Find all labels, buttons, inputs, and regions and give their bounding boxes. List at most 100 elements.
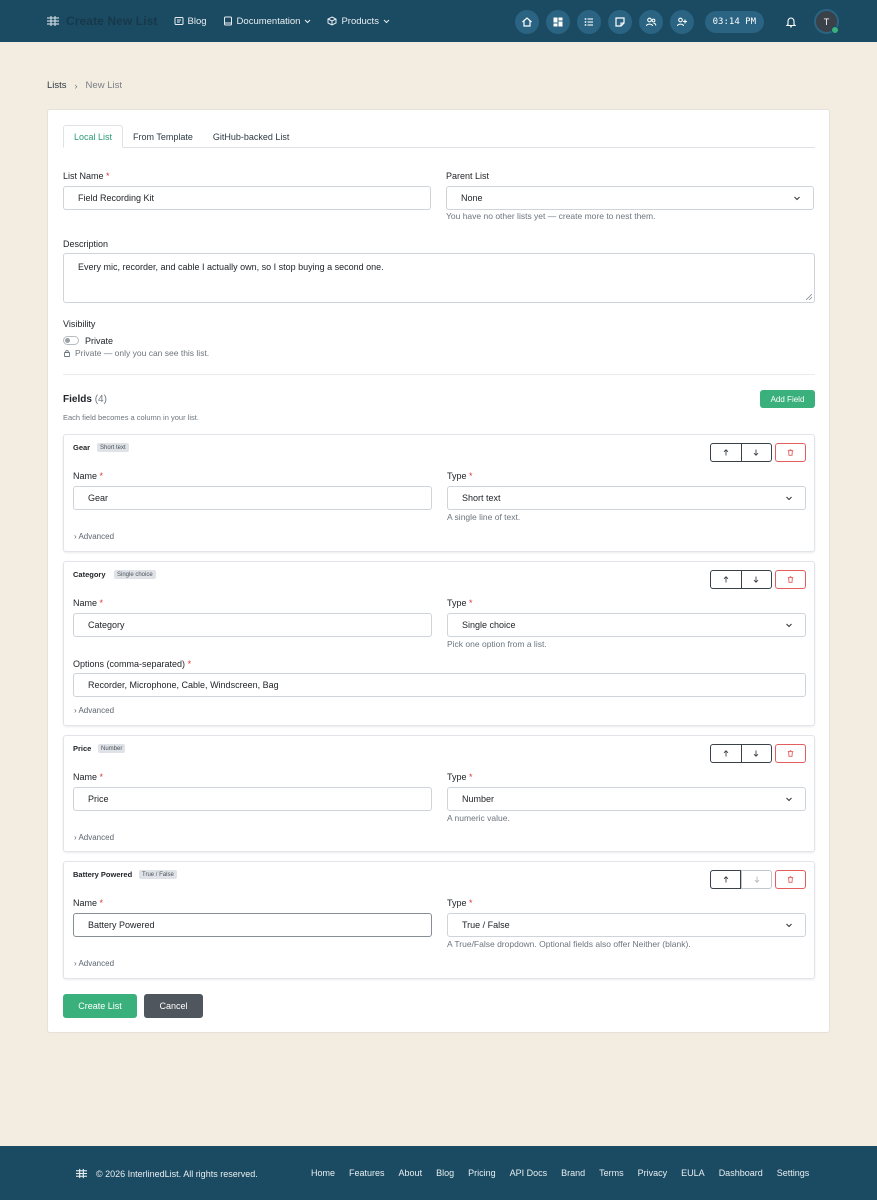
tab-local-list[interactable]: Local List — [63, 125, 124, 148]
move-up-button[interactable] — [711, 745, 741, 762]
list-type-tabs: Local List From Template GitHub-backed L… — [63, 125, 815, 148]
field-type-select[interactable]: Number — [447, 787, 806, 811]
breadcrumb-lists[interactable]: Lists — [47, 80, 67, 91]
field-type-badge: Single choice — [114, 570, 156, 579]
field-name-input[interactable]: Battery Powered — [73, 913, 432, 937]
chevron-down-icon — [786, 496, 792, 501]
field-type-help: A single line of text. — [447, 512, 521, 522]
advanced-toggle[interactable]: › Advanced — [74, 833, 114, 842]
move-up-button[interactable] — [710, 870, 741, 889]
footer-link-dashboard[interactable]: Dashboard — [719, 1168, 763, 1178]
note-icon — [615, 16, 625, 27]
field-type-label: Type * — [447, 471, 473, 481]
nav-blog-label: Blog — [187, 15, 207, 27]
field-type-select[interactable]: Single choice — [447, 613, 806, 637]
avatar[interactable]: T — [814, 9, 839, 34]
field-name-input[interactable]: Category — [73, 613, 432, 637]
field-name-label: Name * — [73, 772, 104, 782]
arrow-down-icon — [753, 449, 759, 456]
footer-brand: © 2026 InterlinedList. All rights reserv… — [75, 1168, 258, 1179]
move-buttons — [710, 443, 772, 462]
field-type-select[interactable]: True / False — [447, 913, 806, 937]
breadcrumb-separator: › — [74, 80, 78, 91]
notifications-button[interactable] — [779, 10, 803, 34]
footer-link-brand[interactable]: Brand — [561, 1168, 585, 1178]
divider — [63, 374, 815, 375]
footer-link-eula[interactable]: EULA — [681, 1168, 705, 1178]
parent-list-select[interactable]: None — [446, 186, 814, 210]
footer-link-pricing[interactable]: Pricing — [468, 1168, 496, 1178]
field-type-value: Number — [462, 794, 495, 804]
nav-actions: 03:14 PM T — [514, 9, 839, 34]
footer-link-home[interactable]: Home — [311, 1168, 335, 1178]
chevron-down-icon — [786, 797, 792, 802]
advanced-toggle[interactable]: › Advanced — [74, 532, 114, 541]
list-name-input[interactable]: Field Recording Kit — [63, 186, 431, 210]
footer-link-api-docs[interactable]: API Docs — [510, 1168, 548, 1178]
breadcrumb-current: New List — [85, 80, 122, 91]
arrow-up-icon — [723, 876, 728, 883]
delete-field-button[interactable] — [775, 570, 806, 589]
description-textarea[interactable]: Every mic, recorder, and cable I actuall… — [63, 253, 815, 303]
parent-list-value: None — [461, 193, 483, 203]
arrow-down-icon — [753, 576, 759, 583]
field-name-label: Name * — [73, 471, 104, 481]
nav-documentation[interactable]: Documentation — [223, 16, 312, 27]
add-user-button[interactable] — [669, 9, 694, 34]
description-value: Every mic, recorder, and cable I actuall… — [78, 262, 384, 272]
footer-link-settings[interactable]: Settings — [777, 1168, 810, 1178]
trash-icon — [787, 576, 794, 583]
add-field-button[interactable]: Add Field — [760, 390, 815, 408]
arrow-up-icon — [723, 750, 729, 757]
field-name-input[interactable]: Gear — [73, 486, 432, 510]
delete-field-button[interactable] — [775, 744, 806, 763]
field-type-badge: True / False — [139, 870, 177, 879]
logo-icon — [47, 16, 59, 26]
delete-field-button[interactable] — [775, 443, 806, 462]
move-down-button — [741, 871, 771, 888]
field-type-label: Type * — [447, 598, 473, 608]
advanced-toggle[interactable]: › Advanced — [74, 706, 114, 715]
delete-field-button[interactable] — [775, 870, 806, 889]
nav-blog[interactable]: Blog — [174, 16, 207, 27]
cancel-button[interactable]: Cancel — [144, 994, 203, 1018]
field-type-help: A True/False dropdown. Optional fields a… — [447, 939, 691, 949]
footer-link-blog[interactable]: Blog — [436, 1168, 454, 1178]
nav-documentation-label: Documentation — [236, 15, 301, 27]
tab-github-backed-list[interactable]: GitHub-backed List — [203, 125, 300, 148]
footer-link-terms[interactable]: Terms — [599, 1168, 624, 1178]
trash-icon — [787, 876, 794, 883]
create-list-button[interactable]: Create List — [63, 994, 137, 1018]
footer-link-about[interactable]: About — [399, 1168, 423, 1178]
resize-handle-icon[interactable] — [806, 294, 812, 300]
fields-title: Fields (4) — [63, 394, 107, 405]
users-button[interactable] — [638, 9, 663, 34]
field-title: Category — [73, 570, 106, 579]
move-down-button[interactable] — [740, 745, 772, 762]
footer-link-features[interactable]: Features — [349, 1168, 385, 1178]
arrow-down-icon — [753, 750, 759, 757]
notes-button[interactable] — [607, 9, 632, 34]
nav-products[interactable]: Products — [327, 16, 390, 27]
tab-from-template[interactable]: From Template — [123, 125, 203, 148]
home-button[interactable] — [514, 9, 539, 34]
field-type-select[interactable]: Short text — [447, 486, 806, 510]
field-type-value: True / False — [462, 920, 510, 930]
add-user-icon — [676, 17, 687, 26]
nav-products-label: Products — [341, 15, 379, 27]
brand[interactable]: Create New List — [46, 14, 158, 28]
move-up-button[interactable] — [711, 444, 741, 461]
chevron-down-icon — [305, 19, 311, 23]
footer-link-privacy[interactable]: Privacy — [638, 1168, 668, 1178]
advanced-toggle[interactable]: › Advanced — [74, 959, 114, 968]
move-down-button[interactable] — [740, 444, 772, 461]
move-down-button[interactable] — [740, 571, 772, 588]
move-up-button[interactable] — [711, 571, 741, 588]
dashboard-button[interactable] — [545, 9, 570, 34]
field-name-input[interactable]: Price — [73, 787, 432, 811]
options-input[interactable]: Recorder, Microphone, Cable, Windscreen,… — [73, 673, 806, 697]
copyright: © 2026 InterlinedList. All rights reserv… — [96, 1168, 258, 1179]
lists-button[interactable] — [576, 9, 601, 34]
visibility-toggle[interactable] — [63, 336, 79, 345]
lock-icon — [64, 350, 70, 357]
